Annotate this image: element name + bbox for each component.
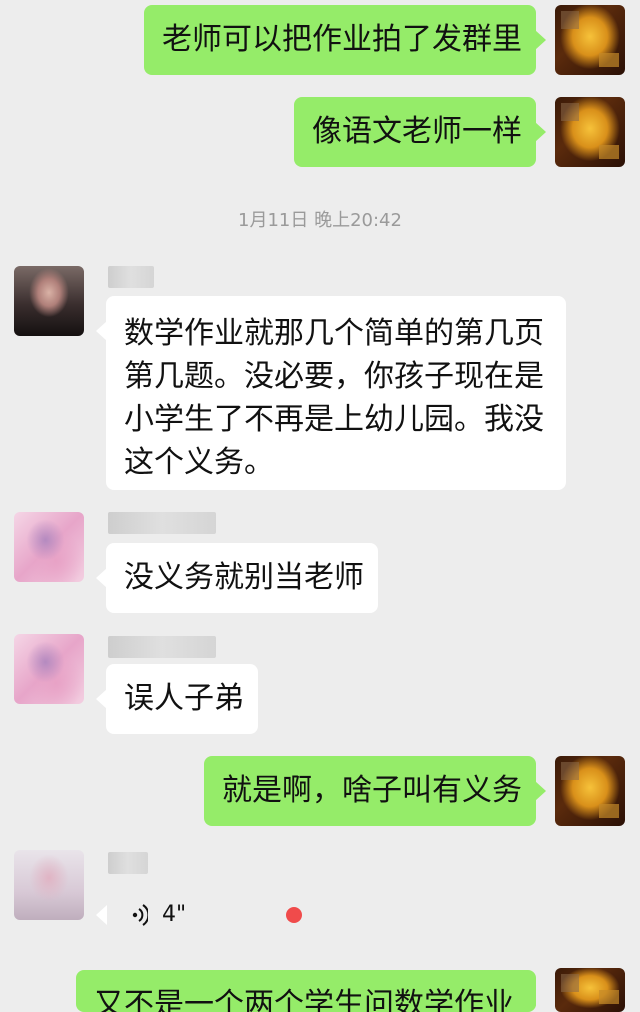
avatar-self[interactable] [555, 5, 625, 75]
message-bubble-received[interactable]: 误人子弟 [96, 664, 258, 734]
avatar-self[interactable] [555, 97, 625, 167]
message-text: 又不是一个两个学生问数学作业 [94, 987, 514, 1012]
sender-name [108, 852, 148, 874]
message-bubble-sent[interactable]: 就是啊，啥子叫有义务 [204, 756, 546, 826]
message-bubble-sent[interactable]: 像语文老师一样 [294, 97, 546, 167]
message-bubble-received[interactable]: 没义务就别当老师 [96, 543, 378, 613]
avatar-contact[interactable] [14, 266, 84, 336]
voice-wave-icon [132, 904, 148, 926]
message-text: 像语文老师一样 [312, 114, 522, 149]
message-text: 就是啊，啥子叫有义务 [222, 773, 522, 808]
avatar-contact[interactable] [14, 634, 84, 704]
voice-duration: 4" [162, 902, 187, 927]
avatar-contact[interactable] [14, 512, 84, 582]
message-bubble-sent[interactable]: 老师可以把作业拍了发群里 [144, 5, 546, 75]
message-bubble-sent[interactable]: 又不是一个两个学生问数学作业 [76, 970, 536, 1012]
message-text: 误人子弟 [124, 681, 244, 716]
message-text: 老师可以把作业拍了发群里 [162, 22, 522, 57]
message-text: 数学作业就那几个简单的第几页第几题。没必要，你孩子现在是小学生了不再是上幼儿园。… [124, 316, 544, 480]
sender-name [108, 636, 216, 658]
avatar-contact[interactable] [14, 850, 84, 920]
chat-window: 老师可以把作业拍了发群里 像语文老师一样 1月11日 晚上20:42 数学作业就… [0, 0, 640, 1012]
avatar-self[interactable] [555, 756, 625, 826]
chat-timestamp: 1月11日 晚上20:42 [238, 210, 402, 231]
avatar-self[interactable] [555, 968, 625, 1012]
message-bubble-received[interactable]: 数学作业就那几个简单的第几页第几题。没必要，你孩子现在是小学生了不再是上幼儿园。… [96, 296, 566, 490]
message-text: 没义务就别当老师 [124, 560, 364, 595]
unread-dot [286, 907, 302, 923]
sender-name [108, 266, 154, 288]
sender-name [108, 512, 216, 534]
